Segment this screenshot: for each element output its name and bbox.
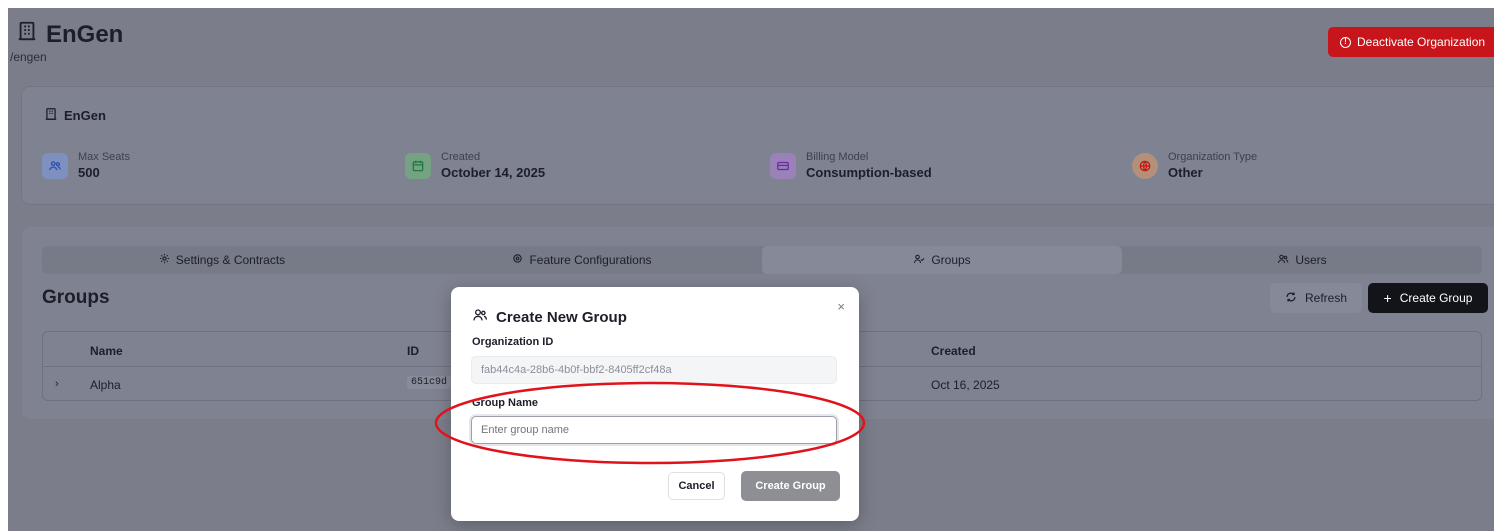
settings-icon — [512, 253, 523, 267]
groups-heading: Groups — [42, 287, 110, 308]
tab-settings-contracts[interactable]: Settings & Contracts — [42, 246, 402, 274]
globe-icon — [1132, 152, 1158, 179]
close-icon[interactable]: × — [837, 299, 845, 314]
organization-id-label: Organization ID — [472, 336, 554, 348]
users-icon — [472, 307, 488, 327]
organization-id-field: fab44c4a-28b6-4b0f-bbf2-8405ff2cf48a — [471, 356, 837, 384]
group-name-label: Group Name — [472, 397, 539, 409]
org-slug: /engen — [10, 50, 47, 64]
stat-organization-type: Organization Type Other — [1132, 151, 1257, 180]
organization-info-card: EnGen Max Seats 500 Created October 14, 20… — [22, 87, 1494, 204]
refresh-button[interactable]: Refresh — [1270, 283, 1362, 313]
info-card-title: EnGen — [44, 107, 106, 124]
group-name-cell[interactable]: Alpha — [90, 378, 121, 392]
expand-row-chevron-icon[interactable]: › — [55, 378, 59, 390]
users-icon — [1277, 253, 1289, 268]
calendar-icon — [405, 152, 431, 179]
org-name: EnGen — [46, 20, 124, 48]
gear-icon — [159, 253, 170, 267]
cancel-button[interactable]: Cancel — [668, 472, 725, 500]
create-group-button[interactable]: + Create Group — [1368, 283, 1488, 313]
users-icon — [42, 152, 68, 179]
column-header-name: Name — [90, 344, 123, 358]
building-icon — [44, 107, 58, 124]
stat-billing-model: Billing Model Consumption-based — [770, 151, 932, 180]
tab-groups[interactable]: Groups — [762, 246, 1122, 274]
group-id-cell[interactable]: 651c9d — [407, 376, 452, 389]
tab-users[interactable]: Users — [1122, 246, 1482, 274]
tab-feature-configurations[interactable]: Feature Configurations — [402, 246, 762, 274]
building-icon — [16, 20, 38, 49]
group-created-cell: Oct 16, 2025 — [931, 378, 1000, 392]
page-title: EnGen — [16, 20, 123, 49]
group-name-input[interactable] — [471, 416, 837, 444]
stat-created: Created October 14, 2025 — [405, 151, 545, 180]
tab-bar: Settings & Contracts Feature Configurati… — [42, 246, 1482, 274]
alert-circle-icon: ! — [1340, 36, 1351, 48]
credit-card-icon — [770, 152, 796, 179]
stat-max-seats: Max Seats 500 — [42, 151, 130, 180]
create-group-dialog: × Create New Group Organization ID fab44… — [451, 287, 859, 521]
column-header-created: Created — [931, 344, 976, 358]
dialog-title: Create New Group — [472, 307, 627, 327]
page-dimmed-background: EnGen /engen ! Deactivate Organization E… — [8, 8, 1494, 531]
dialog-create-group-button[interactable]: Create Group — [741, 471, 840, 501]
column-header-id: ID — [407, 344, 419, 358]
plus-icon: + — [1383, 290, 1392, 306]
refresh-icon — [1285, 291, 1297, 306]
deactivate-organization-button[interactable]: ! Deactivate Organization — [1328, 27, 1494, 57]
user-group-icon — [913, 253, 925, 268]
